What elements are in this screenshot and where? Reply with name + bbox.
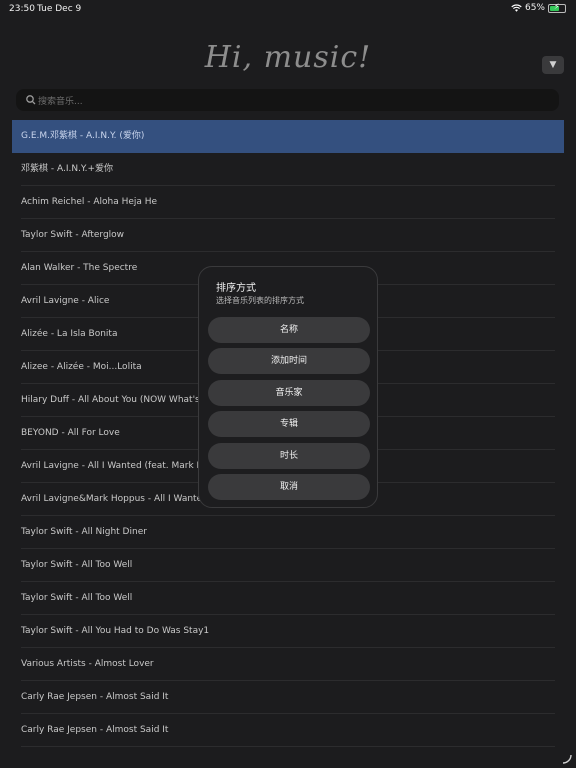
sort-by-name-button[interactable]: 名称 xyxy=(208,317,370,343)
sort-sheet-subtitle: 选择音乐列表的排序方式 xyxy=(216,296,304,305)
song-list-item[interactable]: Carly Rae Jepsen - Almost Said It xyxy=(12,681,564,714)
song-list-item[interactable]: Taylor Swift - All You Had to Do Was Sta… xyxy=(12,615,564,648)
sort-by-album-button[interactable]: 专辑 xyxy=(208,411,370,437)
song-list-item[interactable]: Various Artists - Almost Lover xyxy=(12,648,564,681)
song-list-item[interactable]: Taylor Swift - All Night Diner xyxy=(12,516,564,549)
cancel-button[interactable]: 取消 xyxy=(208,474,370,500)
search-placeholder: 搜索音乐... xyxy=(38,97,83,107)
sort-by-artist-button[interactable]: 音乐家 xyxy=(208,380,370,406)
sort-sheet: 排序方式 选择音乐列表的排序方式 名称 添加时间 音乐家 专辑 时长 取消 xyxy=(198,266,378,508)
status-date: Tue Dec 9 xyxy=(37,4,82,14)
status-bar: 23:50 Tue Dec 9 65% ⚡ xyxy=(0,0,576,20)
resize-handle-icon[interactable] xyxy=(562,754,572,764)
search-bar[interactable]: 搜索音乐... xyxy=(16,89,559,111)
song-list-item[interactable]: Taylor Swift - Afterglow xyxy=(12,219,564,252)
sort-by-date-added-button[interactable]: 添加时间 xyxy=(208,348,370,374)
charging-icon: ⚡ xyxy=(554,1,560,11)
sort-by-duration-button[interactable]: 时长 xyxy=(208,443,370,469)
song-list-item[interactable]: 邓紫棋 - A.I.N.Y.+爱你 xyxy=(12,153,564,186)
app-title: Hi, music! xyxy=(204,40,372,75)
status-time: 23:50 xyxy=(9,4,35,14)
search-icon xyxy=(26,95,36,105)
status-right: 65% ⚡ xyxy=(511,1,566,13)
song-list-item[interactable]: Carly Rae Jepsen - Almost Said It xyxy=(12,714,564,747)
sort-menu-button[interactable]: ▼ xyxy=(542,56,564,74)
song-list-item[interactable]: G.E.M.邓紫棋 - A.I.N.Y. (爱你) xyxy=(12,120,564,153)
song-list-item[interactable]: Taylor Swift - All Too Well xyxy=(12,549,564,582)
song-list-item[interactable]: Achim Reichel - Aloha Heja He xyxy=(12,186,564,219)
sort-sheet-title: 排序方式 xyxy=(216,283,256,294)
song-list-item[interactable]: Taylor Swift - All Too Well xyxy=(12,582,564,615)
battery-percent: 65% xyxy=(524,3,545,13)
battery-icon: ⚡ xyxy=(548,1,566,13)
wifi-icon xyxy=(511,3,522,12)
